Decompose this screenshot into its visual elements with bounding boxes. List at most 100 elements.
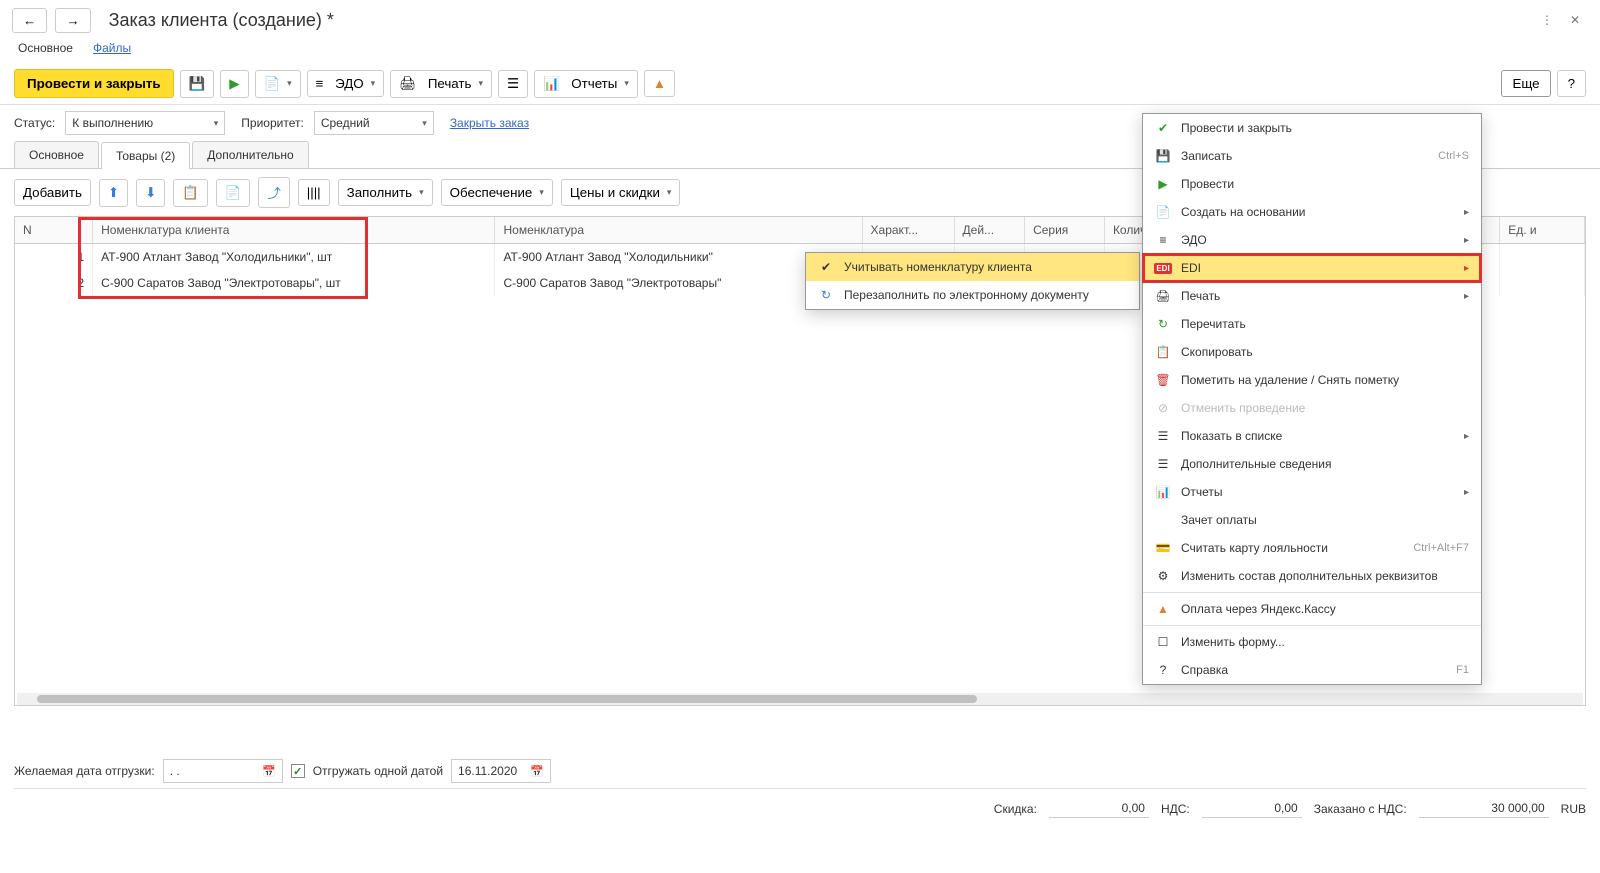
chevron-right-icon: ▸ <box>1464 235 1469 246</box>
discount-label: Скидка: <box>994 802 1037 816</box>
delete-mark-icon: 🗑 <box>1155 372 1171 388</box>
col-n[interactable]: N <box>15 217 93 244</box>
col-unit[interactable]: Ед. и <box>1500 217 1585 244</box>
refresh-icon: ↻ <box>1155 316 1171 332</box>
reports-dropdown[interactable]: 📊 Отчеты <box>534 70 638 98</box>
menu-read-card[interactable]: 💳 Считать карту лояльности Ctrl+Alt+F7 <box>1143 534 1481 562</box>
close-icon[interactable]: ✕ <box>1565 10 1585 30</box>
save-button[interactable]: 💾 <box>180 70 215 98</box>
save-icon: 💾 <box>189 76 206 92</box>
menu-show-in-list[interactable]: ☰ Показать в списке ▸ <box>1143 422 1481 450</box>
menu-separator <box>1143 625 1481 626</box>
fill-dropdown[interactable]: Заполнить <box>338 179 433 206</box>
col-act[interactable]: Дей... <box>954 217 1025 244</box>
share-icon: ⤴ <box>267 183 280 202</box>
menu-save[interactable]: 💾 Записать Ctrl+S <box>1143 142 1481 170</box>
menu-payment-offset[interactable]: Зачет оплаты <box>1143 506 1481 534</box>
tab-goods[interactable]: Товары (2) <box>101 142 190 169</box>
menu-extra-info[interactable]: ☰ Дополнительные сведения <box>1143 450 1481 478</box>
barcode-button[interactable]: |||| <box>298 179 330 206</box>
col-nomen[interactable]: Номенклатура <box>495 217 862 244</box>
vat-value: 0,00 <box>1202 799 1302 818</box>
total-label: Заказано с НДС: <box>1314 802 1407 816</box>
discount-value: 0,00 <box>1049 799 1149 818</box>
menu-change-form[interactable]: ☐ Изменить форму... <box>1143 628 1481 656</box>
print-icon: 🖨 <box>399 76 416 92</box>
edi-icon: EDI <box>1155 260 1171 276</box>
col-char[interactable]: Характ... <box>862 217 954 244</box>
chevron-right-icon: ▸ <box>1464 431 1469 442</box>
menu-post-and-close[interactable]: ✔ Провести и закрыть <box>1143 114 1481 142</box>
post-icon: ▶ <box>229 76 239 92</box>
menu-change-req[interactable]: ⚙ Изменить состав дополнительных реквизи… <box>1143 562 1481 590</box>
menu-help[interactable]: ? Справка F1 <box>1143 656 1481 684</box>
menu-reread[interactable]: ↻ Перечитать <box>1143 310 1481 338</box>
move-down-button[interactable]: ⬇ <box>136 179 165 207</box>
more-button[interactable]: Еще <box>1501 70 1550 97</box>
prices-dropdown[interactable]: Цены и скидки <box>561 179 681 206</box>
list-icon: ☰ <box>507 76 519 92</box>
list-button[interactable]: ☰ <box>498 70 528 98</box>
save-icon: 💾 <box>1155 148 1171 164</box>
doc-icon: 📄 <box>264 76 281 92</box>
share-button[interactable]: ⤴ <box>258 177 289 208</box>
page-title: Заказ клиента (создание) * <box>109 10 334 31</box>
link-files[interactable]: Файлы <box>93 41 131 55</box>
post-and-close-button[interactable]: Провести и закрыть <box>14 69 174 98</box>
yandex-icon: ▲ <box>1155 601 1171 617</box>
submenu-item-refill-edoc[interactable]: ↻ Перезаполнить по электронному документ… <box>806 281 1139 309</box>
menu-reports[interactable]: 📊 Отчеты ▸ <box>1143 478 1481 506</box>
yandex-icon: ▲ <box>653 76 666 91</box>
chevron-right-icon: ▸ <box>1464 207 1469 218</box>
move-up-button[interactable]: ⬆ <box>99 179 128 207</box>
cancel-icon: ⊘ <box>1155 400 1171 416</box>
chevron-right-icon: ▸ <box>1464 487 1469 498</box>
post-button[interactable]: ▶ <box>220 70 248 98</box>
main-toolbar: Провести и закрыть 💾 ▶ 📄 ≡ ЭДО 🖨 Печать … <box>0 63 1600 105</box>
help-icon: ? <box>1155 662 1171 678</box>
copy-icon: 📋 <box>1155 344 1171 360</box>
menu-yandex[interactable]: ▲ Оплата через Яндекс.Кассу <box>1143 595 1481 623</box>
help-button[interactable]: ? <box>1557 70 1586 97</box>
menu-mark-delete[interactable]: 🗑 Пометить на удаление / Снять пометку <box>1143 366 1481 394</box>
paste-button[interactable]: 📄 <box>216 179 251 207</box>
menu-copy[interactable]: 📋 Скопировать <box>1143 338 1481 366</box>
tab-extra[interactable]: Дополнительно <box>192 141 308 168</box>
menu-separator <box>1143 592 1481 593</box>
arrow-up-icon: ⬆ <box>108 185 119 201</box>
horizontal-scrollbar[interactable] <box>17 693 1583 705</box>
edi-submenu-popup: ✔ Учитывать номенклатуру клиента ↻ Перез… <box>805 252 1140 310</box>
shipping-row: Желаемая дата отгрузки: . . Отгружать од… <box>14 759 1586 783</box>
post-icon: ▶ <box>1155 176 1171 192</box>
menu-cancel-post: ⊘ Отменить проведение <box>1143 394 1481 422</box>
menu-edo[interactable]: ≡ ЭДО ▸ <box>1143 226 1481 254</box>
submenu-item-consider-client-nomen[interactable]: ✔ Учитывать номенклатуру клиента <box>806 253 1139 281</box>
link-main[interactable]: Основное <box>18 41 73 55</box>
scrollbar-thumb[interactable] <box>37 695 977 703</box>
copy-button[interactable]: 📋 <box>173 179 208 207</box>
close-order-link[interactable]: Закрыть заказ <box>450 116 529 130</box>
nav-back-button[interactable]: ← <box>12 8 47 33</box>
menu-create-based[interactable]: 📄 Создать на основании ▸ <box>1143 198 1481 226</box>
menu-print[interactable]: 🖨 Печать ▸ <box>1143 282 1481 310</box>
yandex-button[interactable]: ▲ <box>644 70 675 97</box>
ship-single-date-input[interactable]: 16.11.2020 <box>451 759 551 783</box>
menu-edi[interactable]: EDI EDI ▸ <box>1143 254 1481 282</box>
create-based-dropdown[interactable]: 📄 <box>255 70 301 98</box>
edo-dropdown[interactable]: ≡ ЭДО <box>307 70 385 97</box>
print-dropdown[interactable]: 🖨 Печать <box>390 70 492 98</box>
col-client-nomen[interactable]: Номенклатура клиента <box>93 217 495 244</box>
ship-single-checkbox[interactable] <box>291 764 305 778</box>
kebab-icon[interactable]: ⋮ <box>1537 10 1557 30</box>
supply-dropdown[interactable]: Обеспечение <box>441 179 553 206</box>
ship-date-input[interactable]: . . <box>163 759 283 783</box>
menu-post[interactable]: ▶ Провести <box>1143 170 1481 198</box>
status-select[interactable]: К выполнению <box>65 111 225 135</box>
paste-icon: 📄 <box>225 185 242 201</box>
col-series[interactable]: Серия <box>1025 217 1105 244</box>
tab-main[interactable]: Основное <box>14 141 99 168</box>
priority-select[interactable]: Средний <box>314 111 434 135</box>
add-button[interactable]: Добавить <box>14 179 91 206</box>
nav-forward-button[interactable]: → <box>55 8 90 33</box>
copy-icon: 📋 <box>182 185 199 201</box>
